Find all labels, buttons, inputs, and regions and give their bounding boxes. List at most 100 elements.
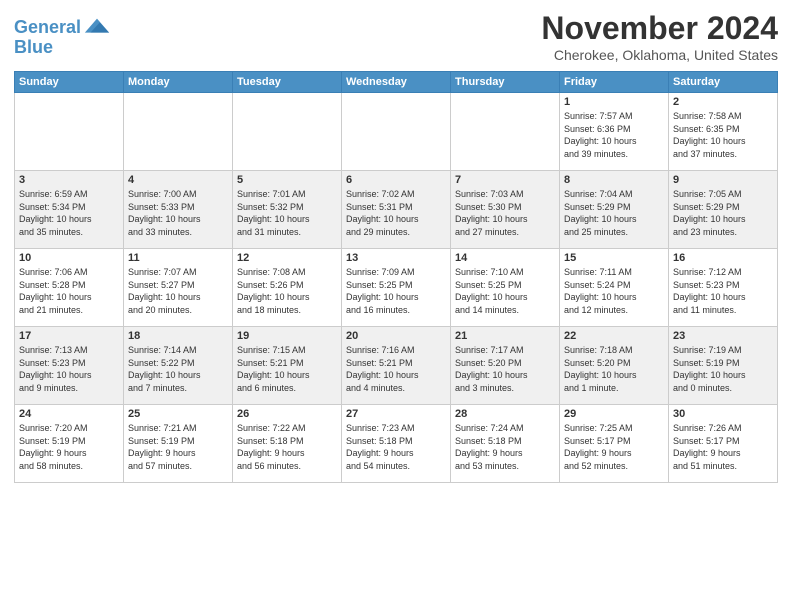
- calendar-day-15: 15Sunrise: 7:11 AM Sunset: 5:24 PM Dayli…: [560, 249, 669, 327]
- day-number: 18: [128, 330, 228, 342]
- calendar-day-19: 19 Sunrise: 7:15 AM Sunset: 5:21 PM Dayli…: [233, 327, 342, 405]
- calendar-day-7: 7 Sunrise: 7:03 AM Sunset: 5:30 PM Daylig…: [451, 171, 560, 249]
- day-info: Sunrise: 7:05 AM Sunset: 5:29 PM Dayligh…: [673, 188, 773, 238]
- calendar-day-30: 30 Sunrise: 7:26 AM Sunset: 5:17 PM Dayli…: [669, 405, 778, 483]
- day-info: Sunrise: 6:59 AM Sunset: 5:34 PM Dayligh…: [19, 188, 119, 238]
- day-info: Sunrise: 7:00 AM Sunset: 5:33 PM Dayligh…: [128, 188, 228, 238]
- calendar-day-23: 23Sunrise: 7:19 AM Sunset: 5:19 PM Dayli…: [669, 327, 778, 405]
- calendar-week-row: 10 Sunrise: 7:06 AM Sunset: 5:28 PM Dayli…: [15, 249, 778, 327]
- calendar-week-row: 3 Sunrise: 6:59 AM Sunset: 5:34 PM Daylig…: [15, 171, 778, 249]
- logo-general: General: [14, 17, 81, 37]
- day-number: 3: [19, 174, 119, 186]
- calendar-day-10: 10 Sunrise: 7:06 AM Sunset: 5:28 PM Dayli…: [15, 249, 124, 327]
- day-info: Sunrise: 7:17 AM Sunset: 5:20 PM Dayligh…: [455, 344, 555, 394]
- calendar-day-4: 4 Sunrise: 7:00 AM Sunset: 5:33 PM Daylig…: [124, 171, 233, 249]
- day-number: 6: [346, 174, 446, 186]
- day-number: 23: [673, 330, 773, 342]
- day-number: 8: [564, 174, 664, 186]
- day-number: 9: [673, 174, 773, 186]
- calendar-day-12: 12Sunrise: 7:08 AM Sunset: 5:26 PM Dayli…: [233, 249, 342, 327]
- calendar-header-row: SundayMondayTuesdayWednesdayThursdayFrid…: [15, 72, 778, 93]
- day-info: Sunrise: 7:23 AM Sunset: 5:18 PM Dayligh…: [346, 422, 446, 472]
- calendar-empty-cell: [233, 93, 342, 171]
- day-info: Sunrise: 7:12 AM Sunset: 5:23 PM Dayligh…: [673, 266, 773, 316]
- day-info: Sunrise: 7:26 AM Sunset: 5:17 PM Dayligh…: [673, 422, 773, 472]
- day-number: 17: [19, 330, 119, 342]
- day-header-sunday: Sunday: [15, 72, 124, 93]
- day-info: Sunrise: 7:22 AM Sunset: 5:18 PM Dayligh…: [237, 422, 337, 472]
- day-number: 26: [237, 408, 337, 420]
- day-number: 15: [564, 252, 664, 264]
- day-info: Sunrise: 7:10 AM Sunset: 5:25 PM Dayligh…: [455, 266, 555, 316]
- calendar-day-29: 29 Sunrise: 7:25 AM Sunset: 5:17 PM Dayli…: [560, 405, 669, 483]
- day-info: Sunrise: 7:21 AM Sunset: 5:19 PM Dayligh…: [128, 422, 228, 472]
- calendar-day-17: 17Sunrise: 7:13 AM Sunset: 5:23 PM Dayli…: [15, 327, 124, 405]
- day-header-saturday: Saturday: [669, 72, 778, 93]
- day-info: Sunrise: 7:03 AM Sunset: 5:30 PM Dayligh…: [455, 188, 555, 238]
- day-info: Sunrise: 7:25 AM Sunset: 5:17 PM Dayligh…: [564, 422, 664, 472]
- day-info: Sunrise: 7:15 AM Sunset: 5:21 PM Dayligh…: [237, 344, 337, 394]
- calendar-day-5: 5 Sunrise: 7:01 AM Sunset: 5:32 PM Daylig…: [233, 171, 342, 249]
- calendar-day-11: 11 Sunrise: 7:07 AM Sunset: 5:27 PM Dayli…: [124, 249, 233, 327]
- day-number: 22: [564, 330, 664, 342]
- month-title: November 2024: [541, 10, 778, 47]
- calendar-week-row: 1Sunrise: 7:57 AM Sunset: 6:36 PM Daylig…: [15, 93, 778, 171]
- calendar-day-24: 24Sunrise: 7:20 AM Sunset: 5:19 PM Dayli…: [15, 405, 124, 483]
- day-info: Sunrise: 7:01 AM Sunset: 5:32 PM Dayligh…: [237, 188, 337, 238]
- day-info: Sunrise: 7:09 AM Sunset: 5:25 PM Dayligh…: [346, 266, 446, 316]
- title-block: November 2024 Cherokee, Oklahoma, United…: [541, 10, 778, 63]
- calendar-week-row: 17Sunrise: 7:13 AM Sunset: 5:23 PM Dayli…: [15, 327, 778, 405]
- day-header-wednesday: Wednesday: [342, 72, 451, 93]
- day-number: 13: [346, 252, 446, 264]
- day-number: 7: [455, 174, 555, 186]
- calendar-day-20: 20 Sunrise: 7:16 AM Sunset: 5:21 PM Dayli…: [342, 327, 451, 405]
- calendar-day-13: 13 Sunrise: 7:09 AM Sunset: 5:25 PM Dayli…: [342, 249, 451, 327]
- logo: General Blue: [14, 14, 111, 58]
- calendar-day-3: 3 Sunrise: 6:59 AM Sunset: 5:34 PM Daylig…: [15, 171, 124, 249]
- calendar-day-18: 18 Sunrise: 7:14 AM Sunset: 5:22 PM Dayli…: [124, 327, 233, 405]
- calendar-day-26: 26 Sunrise: 7:22 AM Sunset: 5:18 PM Dayli…: [233, 405, 342, 483]
- day-number: 30: [673, 408, 773, 420]
- day-number: 19: [237, 330, 337, 342]
- logo-text: General: [14, 18, 81, 38]
- day-number: 25: [128, 408, 228, 420]
- logo-icon: [83, 14, 111, 42]
- location: Cherokee, Oklahoma, United States: [541, 47, 778, 63]
- day-info: Sunrise: 7:07 AM Sunset: 5:27 PM Dayligh…: [128, 266, 228, 316]
- day-info: Sunrise: 7:14 AM Sunset: 5:22 PM Dayligh…: [128, 344, 228, 394]
- day-number: 14: [455, 252, 555, 264]
- calendar-day-27: 27Sunrise: 7:23 AM Sunset: 5:18 PM Dayli…: [342, 405, 451, 483]
- calendar-day-8: 8 Sunrise: 7:04 AM Sunset: 5:29 PM Daylig…: [560, 171, 669, 249]
- day-info: Sunrise: 7:06 AM Sunset: 5:28 PM Dayligh…: [19, 266, 119, 316]
- calendar-day-22: 22 Sunrise: 7:18 AM Sunset: 5:20 PM Dayli…: [560, 327, 669, 405]
- day-info: Sunrise: 7:16 AM Sunset: 5:21 PM Dayligh…: [346, 344, 446, 394]
- calendar-empty-cell: [15, 93, 124, 171]
- day-info: Sunrise: 7:24 AM Sunset: 5:18 PM Dayligh…: [455, 422, 555, 472]
- day-info: Sunrise: 7:18 AM Sunset: 5:20 PM Dayligh…: [564, 344, 664, 394]
- day-number: 4: [128, 174, 228, 186]
- page-header: General Blue November 2024 Cherokee, Okl…: [14, 10, 778, 63]
- day-number: 1: [564, 96, 664, 108]
- calendar-day-2: 2Sunrise: 7:58 AM Sunset: 6:35 PM Daylig…: [669, 93, 778, 171]
- calendar-day-9: 9 Sunrise: 7:05 AM Sunset: 5:29 PM Daylig…: [669, 171, 778, 249]
- calendar-day-6: 6 Sunrise: 7:02 AM Sunset: 5:31 PM Daylig…: [342, 171, 451, 249]
- calendar-day-21: 21 Sunrise: 7:17 AM Sunset: 5:20 PM Dayli…: [451, 327, 560, 405]
- day-number: 11: [128, 252, 228, 264]
- day-info: Sunrise: 7:58 AM Sunset: 6:35 PM Dayligh…: [673, 110, 773, 160]
- day-number: 5: [237, 174, 337, 186]
- day-number: 21: [455, 330, 555, 342]
- day-info: Sunrise: 7:04 AM Sunset: 5:29 PM Dayligh…: [564, 188, 664, 238]
- day-number: 20: [346, 330, 446, 342]
- calendar-day-28: 28Sunrise: 7:24 AM Sunset: 5:18 PM Dayli…: [451, 405, 560, 483]
- day-number: 10: [19, 252, 119, 264]
- day-header-tuesday: Tuesday: [233, 72, 342, 93]
- calendar-empty-cell: [342, 93, 451, 171]
- day-header-thursday: Thursday: [451, 72, 560, 93]
- day-info: Sunrise: 7:20 AM Sunset: 5:19 PM Dayligh…: [19, 422, 119, 472]
- page-container: General Blue November 2024 Cherokee, Okl…: [0, 0, 792, 612]
- day-number: 29: [564, 408, 664, 420]
- day-info: Sunrise: 7:02 AM Sunset: 5:31 PM Dayligh…: [346, 188, 446, 238]
- calendar-week-row: 24Sunrise: 7:20 AM Sunset: 5:19 PM Dayli…: [15, 405, 778, 483]
- calendar-day-1: 1Sunrise: 7:57 AM Sunset: 6:36 PM Daylig…: [560, 93, 669, 171]
- day-info: Sunrise: 7:08 AM Sunset: 5:26 PM Dayligh…: [237, 266, 337, 316]
